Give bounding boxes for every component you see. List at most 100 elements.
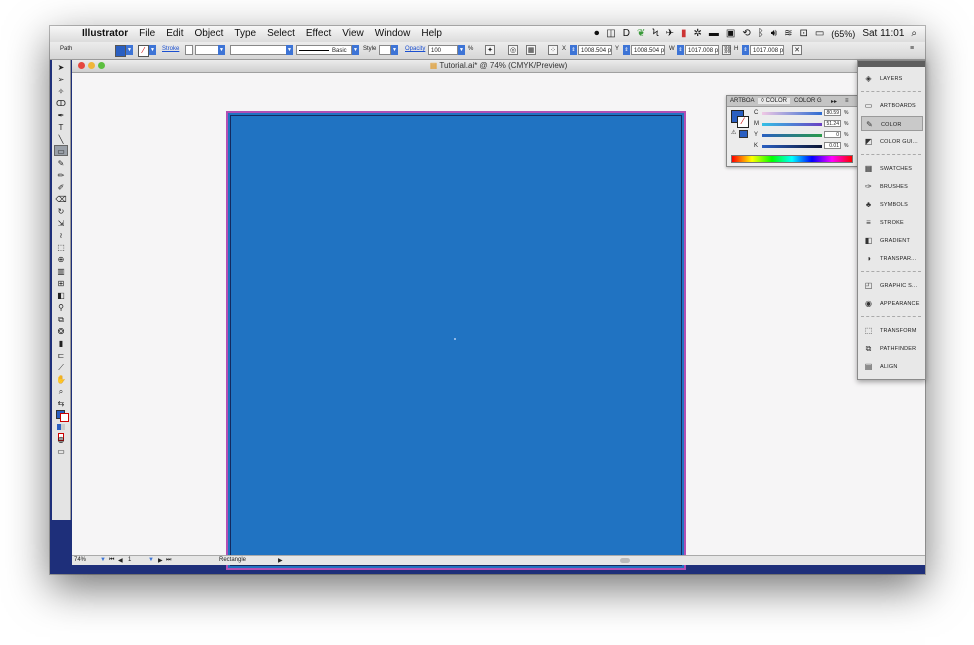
- monitor-icon[interactable]: ▣: [726, 28, 735, 39]
- stroke-weight-stepper[interactable]: [185, 45, 193, 55]
- battery-icon[interactable]: ▭: [815, 28, 824, 39]
- eraser-tool-icon[interactable]: ⌫: [54, 193, 68, 204]
- bluetooth-icon[interactable]: ᛒ: [758, 28, 764, 39]
- menu-type[interactable]: Type: [234, 28, 256, 39]
- swap-colors-icon[interactable]: ⇆: [54, 397, 68, 408]
- gradient-tool-icon[interactable]: ◧: [54, 289, 68, 300]
- zoom-tool-icon[interactable]: ⌕: [54, 385, 68, 396]
- menu-edit[interactable]: Edit: [166, 28, 183, 39]
- opacity-field[interactable]: 100: [428, 45, 458, 55]
- scale-tool-icon[interactable]: ⇲: [54, 217, 68, 228]
- artboard-dropdown-icon[interactable]: ▼: [148, 557, 154, 563]
- slice-tool-icon[interactable]: ⟋: [54, 361, 68, 372]
- fill-stroke-indicator[interactable]: [54, 409, 69, 422]
- symbol-sprayer-tool-icon[interactable]: ❂: [54, 325, 68, 336]
- n-icon[interactable]: Ϟ: [652, 28, 658, 39]
- panel-item-transparency[interactable]: ◑ TRANSPAR...: [861, 251, 923, 266]
- display-icon[interactable]: ▬: [709, 28, 719, 39]
- color-stroke-swatch-icon[interactable]: ⁄: [737, 116, 749, 128]
- tab-color[interactable]: ◊ COLOR: [758, 98, 790, 104]
- rectangle-tool-icon[interactable]: ▭: [54, 145, 68, 156]
- dropbox-icon[interactable]: ◫: [606, 28, 615, 39]
- menu-app-name[interactable]: Illustrator: [82, 28, 128, 39]
- yellow-bar[interactable]: [762, 134, 822, 137]
- menu-file[interactable]: File: [139, 28, 155, 39]
- height-field[interactable]: 1017.008 px: [750, 45, 784, 55]
- volume-icon[interactable]: 🔊︎: [771, 28, 777, 39]
- panel-item-color-guide[interactable]: ◩ COLOR GUI...: [861, 134, 923, 149]
- warp-tool-icon[interactable]: ≀: [54, 229, 68, 240]
- screen-mode-icon[interactable]: ▭: [54, 445, 68, 456]
- time-machine-icon[interactable]: ⟲: [742, 28, 750, 39]
- tab-artboards[interactable]: ARTBOA: [730, 98, 755, 104]
- panel-item-layers[interactable]: ◈ LAYERS: [861, 71, 923, 86]
- screen-record-icon[interactable]: ⏺: [594, 28, 599, 39]
- stroke-swatch-icon[interactable]: ⁄: [138, 45, 149, 57]
- horizontal-scrollbar[interactable]: [620, 558, 630, 563]
- width-field[interactable]: 1017.008 px: [685, 45, 719, 55]
- magic-wand-tool-icon[interactable]: ✧: [54, 85, 68, 96]
- first-artboard-icon[interactable]: ⏮: [109, 557, 114, 564]
- h-stepper-icon[interactable]: ⇕: [742, 45, 749, 55]
- hand-tool-icon[interactable]: ✋: [54, 373, 68, 384]
- reference-point-icon[interactable]: ⁘: [548, 45, 558, 55]
- perspective-grid-tool-icon[interactable]: ▥: [54, 265, 68, 276]
- color-mode-icons[interactable]: [54, 421, 68, 441]
- yellow-value[interactable]: 0: [824, 131, 841, 138]
- panel-item-pathfinder[interactable]: ⧉ PATHFINDER: [861, 341, 923, 356]
- panel-item-stroke[interactable]: ≡ STROKE: [861, 215, 923, 230]
- brush-dropdown-icon[interactable]: ▼: [352, 45, 359, 55]
- next-artboard-icon[interactable]: ▶: [158, 557, 163, 564]
- meter-icon[interactable]: ▮: [681, 28, 687, 39]
- zoom-level[interactable]: 74%: [74, 557, 86, 563]
- spotlight-search-icon[interactable]: ⌕: [911, 28, 917, 39]
- shape-builder-tool-icon[interactable]: ⊕: [54, 253, 68, 264]
- minimize-window-icon[interactable]: [88, 62, 95, 69]
- x-position-field[interactable]: 1008.504 px: [578, 45, 612, 55]
- cyan-bar[interactable]: [762, 112, 822, 115]
- brush-definition-field[interactable]: Basic: [296, 45, 352, 55]
- document-title-bar[interactable]: ▦ Tutorial.ai* @ 74% (CMYK/Preview): [72, 60, 925, 73]
- black-slider[interactable]: K 0.01 %: [754, 142, 854, 151]
- direct-selection-tool-icon[interactable]: ➢: [54, 73, 68, 84]
- variable-width-dropdown-icon[interactable]: ▼: [286, 45, 293, 55]
- line-tool-icon[interactable]: ╲: [54, 133, 68, 144]
- paintbrush-tool-icon[interactable]: ✎: [54, 157, 68, 168]
- selection-tool-icon[interactable]: ➤: [54, 61, 68, 72]
- black-value[interactable]: 0.01: [824, 142, 841, 149]
- blend-tool-icon[interactable]: ⧉: [54, 313, 68, 324]
- menu-window[interactable]: Window: [375, 28, 411, 39]
- draw-mode-icon[interactable]: ◍: [54, 433, 68, 444]
- black-bar[interactable]: [762, 145, 822, 148]
- free-transform-tool-icon[interactable]: ⬚: [54, 241, 68, 252]
- opacity-label-link[interactable]: Opacity: [405, 46, 425, 52]
- artboard-number[interactable]: 1: [128, 557, 131, 563]
- column-graph-tool-icon[interactable]: ▮: [54, 337, 68, 348]
- panel-item-align[interactable]: ▤ ALIGN: [861, 359, 923, 374]
- style-swatch[interactable]: [379, 45, 391, 55]
- panel-collapse-icon[interactable]: ▸▸: [831, 98, 837, 105]
- panel-item-gradient[interactable]: ◧ GRADIENT: [861, 233, 923, 248]
- menu-help[interactable]: Help: [421, 28, 442, 39]
- artboard-tool-icon[interactable]: ⊏: [54, 349, 68, 360]
- cyan-slider[interactable]: C 80.59 %: [754, 109, 854, 118]
- d-icon[interactable]: D: [623, 28, 630, 39]
- panel-dock-header[interactable]: [858, 61, 925, 67]
- y-stepper-icon[interactable]: ⇕: [623, 45, 630, 55]
- panel-item-swatches[interactable]: ▦ SWATCHES: [861, 161, 923, 176]
- blob-brush-tool-icon[interactable]: ✐: [54, 181, 68, 192]
- variable-width-field[interactable]: [230, 45, 293, 55]
- panel-item-graphic-styles[interactable]: ◰ GRAPHIC S...: [861, 278, 923, 293]
- magenta-bar[interactable]: [762, 123, 822, 126]
- menu-object[interactable]: Object: [194, 28, 223, 39]
- panel-item-artboards[interactable]: ▭ ARTBOARDS: [861, 98, 923, 113]
- color-spectrum-bar[interactable]: [731, 155, 853, 163]
- style-dropdown-icon[interactable]: ▼: [391, 45, 398, 55]
- type-tool-icon[interactable]: T: [54, 121, 68, 132]
- w-stepper-icon[interactable]: ⇕: [677, 45, 684, 55]
- zoom-window-icon[interactable]: [98, 62, 105, 69]
- bird-icon[interactable]: ✈: [666, 28, 674, 39]
- eyedropper-tool-icon[interactable]: ⚲: [54, 301, 68, 312]
- magenta-slider[interactable]: M 51.24 %: [754, 120, 854, 129]
- prev-artboard-icon[interactable]: ◀: [118, 557, 123, 564]
